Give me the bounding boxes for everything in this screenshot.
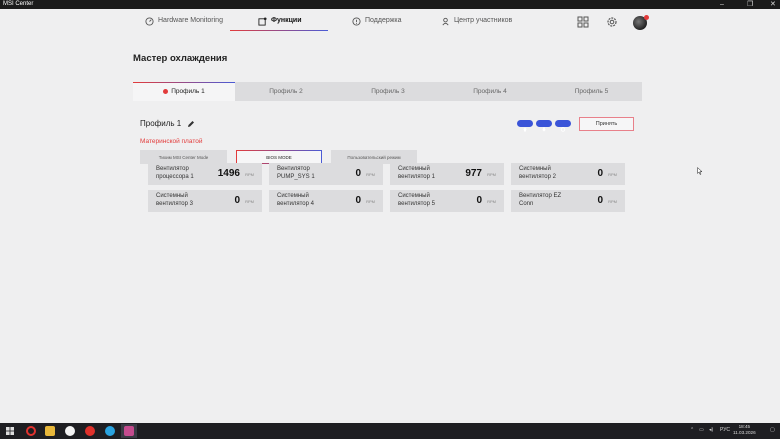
- fan-rpm-unit: RPM: [487, 199, 496, 204]
- maximize-button[interactable]: ❐: [747, 0, 753, 9]
- fan-rpm-unit: RPM: [608, 172, 617, 177]
- volume-icon[interactable]: ◂): [709, 427, 713, 433]
- clock-date: 11.03.2026: [733, 430, 756, 435]
- import-button[interactable]: [536, 120, 552, 132]
- tab-profile-1[interactable]: Профиль 1: [133, 82, 235, 101]
- user-icon: [442, 17, 449, 25]
- window-titlebar: MSI Center – ❐ ✕: [0, 0, 780, 9]
- fan-rpm-unit: RPM: [487, 172, 496, 177]
- fan-rpm-value: 977: [465, 168, 482, 179]
- fan-card-sys3: Системный вентилятор 3 0 RPM: [148, 190, 262, 212]
- nav-label: Hardware Monitoring: [158, 17, 223, 24]
- fan-label: Вентилятор процессора 1: [156, 166, 194, 180]
- profile-name: Профиль 1: [140, 119, 195, 128]
- page-title: Мастер охлаждения: [133, 53, 228, 64]
- fan-rpm-value: 1496: [217, 168, 240, 179]
- nav-label: Поддержка: [365, 17, 402, 24]
- tab-profile-5[interactable]: Профиль 5: [541, 82, 642, 101]
- fan-card-sys2: Системный вентилятор 2 0 RPM: [511, 163, 625, 185]
- windows-start-icon[interactable]: [5, 426, 15, 436]
- fan-rpm-value: 0: [355, 195, 361, 206]
- download-icon: [542, 127, 546, 132]
- export-button[interactable]: [517, 120, 533, 132]
- tab-label: Профиль 4: [473, 88, 507, 95]
- features-icon: [258, 16, 267, 26]
- reset-icon: [560, 127, 566, 132]
- fan-label: Вентилятор EZ Conn: [519, 193, 562, 207]
- nav-active-indicator: [230, 30, 328, 31]
- top-nav: Hardware Monitoring Функции Поддержка Це…: [0, 9, 780, 33]
- profile-name-label: Профиль 1: [140, 119, 182, 128]
- fan-rpm-value: 0: [476, 195, 482, 206]
- tab-label: Профиль 3: [371, 88, 405, 95]
- fan-rpm-unit: RPM: [608, 199, 617, 204]
- fan-label: Системный вентилятор 5: [398, 193, 435, 207]
- notifications-icon[interactable]: ▢: [770, 427, 775, 433]
- mode-bios[interactable]: BIOS MODE: [236, 150, 322, 164]
- support-icon: [352, 16, 361, 26]
- fan-label: Системный вентилятор 1: [398, 166, 435, 180]
- nav-features[interactable]: Функции: [258, 13, 302, 29]
- tab-label: Профиль 2: [269, 88, 303, 95]
- fan-card-cpu1: Вентилятор процессора 1 1496 RPM: [148, 163, 262, 185]
- apply-button[interactable]: Принять: [579, 117, 634, 131]
- network-icon[interactable]: ▭: [699, 427, 704, 433]
- active-dot-icon: [163, 89, 169, 94]
- fan-rpm-unit: RPM: [366, 172, 375, 177]
- taskbar: ⌃ ▭ ◂) РУС 18:45 11.03.2026 ▢: [0, 423, 780, 439]
- nav-label: Центр участников: [454, 17, 513, 24]
- section-label: Материнской платой: [140, 138, 203, 145]
- fan-card-pump-sys1: Вентилятор PUMP_SYS 1 0 RPM: [269, 163, 383, 185]
- language-indicator[interactable]: РУС: [720, 427, 730, 433]
- fan-card-sys5: Системный вентилятор 5 0 RPM: [390, 190, 504, 212]
- fan-rpm-value: 0: [597, 168, 603, 179]
- mode-msi-center[interactable]: Тихим MSI Center Mode: [140, 150, 227, 164]
- file-explorer-icon[interactable]: [45, 426, 55, 436]
- window-title: MSI Center: [3, 1, 34, 7]
- fan-label: Системный вентилятор 3: [156, 193, 193, 207]
- pencil-icon[interactable]: [187, 120, 195, 128]
- mouse-cursor-icon: [697, 167, 703, 175]
- tab-profile-3[interactable]: Профиль 3: [337, 82, 439, 101]
- opera-icon[interactable]: [26, 426, 36, 436]
- tab-profile-2[interactable]: Профиль 2: [235, 82, 337, 101]
- nav-hardware-monitoring[interactable]: Hardware Monitoring: [145, 13, 223, 29]
- tab-label: Профиль 5: [574, 88, 609, 95]
- yandex-browser-icon[interactable]: [65, 426, 75, 436]
- fan-card-ez-conn: Вентилятор EZ Conn 0 RPM: [511, 190, 625, 212]
- telegram-icon[interactable]: [105, 426, 115, 436]
- app-body: Hardware Monitoring Функции Поддержка Це…: [0, 9, 780, 423]
- tab-label: Профиль 1: [171, 88, 205, 95]
- msi-center-icon[interactable]: [124, 426, 134, 436]
- mode-custom[interactable]: Пользовательский режим: [331, 150, 417, 164]
- fan-rpm-unit: RPM: [245, 172, 254, 177]
- fan-rpm-value: 0: [355, 168, 361, 179]
- fan-card-sys1: Системный вентилятор 1 977 RPM: [390, 163, 504, 185]
- minimize-button[interactable]: –: [720, 0, 724, 9]
- tray-chevron-icon[interactable]: ⌃: [690, 427, 694, 433]
- notification-dot: [644, 15, 649, 20]
- nav-label: Функции: [271, 17, 302, 24]
- nav-member-center[interactable]: Центр участников: [441, 13, 512, 29]
- gear-icon[interactable]: [605, 15, 619, 29]
- reset-button[interactable]: [555, 120, 571, 132]
- fan-rpm-unit: RPM: [245, 199, 254, 204]
- gauge-icon: [145, 16, 154, 26]
- yandex-icon[interactable]: [85, 426, 95, 436]
- upload-icon: [523, 127, 527, 132]
- fan-label: Вентилятор PUMP_SYS 1: [277, 166, 315, 180]
- fan-card-sys4: Системный вентилятор 4 0 RPM: [269, 190, 383, 212]
- grid-icon[interactable]: [576, 15, 590, 29]
- tab-profile-4[interactable]: Профиль 4: [439, 82, 541, 101]
- fan-label: Системный вентилятор 4: [277, 193, 314, 207]
- close-button[interactable]: ✕: [770, 0, 776, 9]
- fan-rpm-value: 0: [234, 195, 240, 206]
- fan-rpm-unit: RPM: [366, 199, 375, 204]
- clock[interactable]: 18:45 11.03.2026: [733, 424, 756, 436]
- fan-rpm-value: 0: [597, 195, 603, 206]
- fan-label: Системный вентилятор 2: [519, 166, 556, 180]
- profile-tabs: Профиль 1 Профиль 2 Профиль 3 Профиль 4 …: [133, 82, 642, 101]
- nav-support[interactable]: Поддержка: [352, 13, 402, 29]
